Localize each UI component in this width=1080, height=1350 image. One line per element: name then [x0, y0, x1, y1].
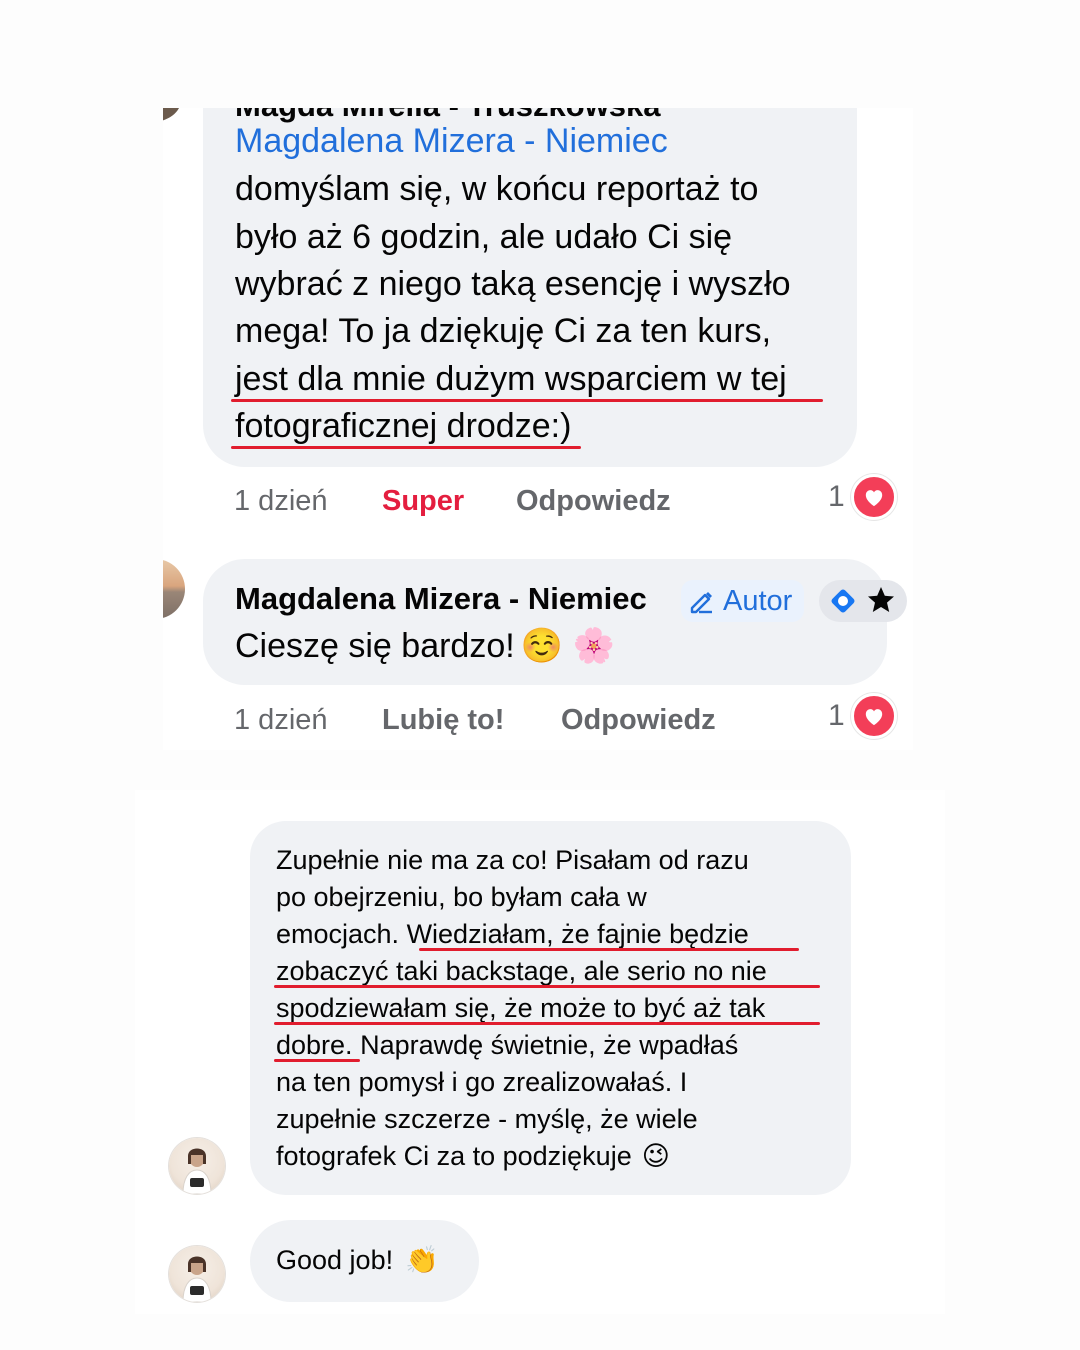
diamond-badge-icon: [827, 585, 859, 622]
message-text-line: Zupełnie nie ma za co! Pisałam od razu: [276, 845, 749, 875]
message-text-line: dobre. Naprawdę świetnie, że wpadłaś: [276, 1030, 738, 1061]
highlight-underline: [274, 1059, 360, 1062]
comment-text-line: wybrać z niego taką esencję i wyszło: [235, 265, 791, 303]
reaction-count[interactable]: 1: [828, 699, 845, 733]
badges-group[interactable]: [819, 580, 907, 622]
reply-text: Cieszę się bardzo! ☺️ 🌸: [235, 626, 615, 666]
reply-button[interactable]: Odpowiedz: [516, 485, 671, 518]
star-badge-icon: [865, 584, 897, 621]
message-text-content: Good job!: [276, 1245, 394, 1275]
highlight-underline: [419, 948, 799, 951]
comment-timestamp[interactable]: 1 dzień: [234, 485, 328, 518]
message-text-highlighted: dobre.: [276, 1030, 353, 1060]
message-text-line: zupełnie szczerze - myślę, że wiele: [276, 1104, 698, 1134]
message-text-line: emocjach. Wiedziałam, że fajnie będzie: [276, 919, 749, 950]
message-text-line-highlighted: spodziewałam się, że może to być aż tak: [276, 993, 766, 1023]
reaction-button[interactable]: Super: [382, 485, 464, 518]
comment-text-line: było aż 6 godzin, ale udało Ci się: [235, 218, 733, 256]
sender-avatar[interactable]: [169, 1246, 225, 1302]
reply-timestamp[interactable]: 1 dzień: [234, 704, 328, 737]
message-text-line: na ten pomysł i go zrealizowałaś. I: [276, 1067, 688, 1097]
highlight-underline: [231, 399, 823, 402]
message-text-segment: fotografek Ci za to podziękuje: [276, 1141, 632, 1171]
pencil-icon: [687, 587, 715, 615]
highlight-underline: [274, 985, 820, 988]
smile-flower-emoji: ☺️ 🌸: [520, 627, 615, 665]
sender-avatar[interactable]: [169, 1138, 225, 1194]
comment-text-line: domyślam się, w końcu reportaż to: [235, 170, 759, 208]
comment-text-line: mega! To ja dziękuję Ci za ten kurs,: [235, 312, 772, 350]
author-avatar[interactable]: [163, 559, 185, 619]
reply-author-name[interactable]: Magdalena Mizera - Niemiec: [235, 581, 647, 617]
author-badge-label: Autor: [723, 584, 793, 617]
message-text: Good job! 👏: [276, 1244, 439, 1276]
comment-text-line-highlighted: jest dla mnie dużym wsparciem w tej: [235, 360, 787, 398]
message-text-segment: emocjach.: [276, 919, 407, 949]
heart-reaction-icon[interactable]: [851, 474, 897, 520]
messages-screenshot: Zupełnie nie ma za co! Pisałam od razu p…: [135, 790, 945, 1314]
clapping-hands-emoji: 👏: [405, 1245, 439, 1275]
reply-text-content: Cieszę się bardzo!: [235, 627, 515, 665]
commenter-avatar[interactable]: [163, 108, 181, 122]
reply-button[interactable]: Odpowiedz: [561, 704, 716, 737]
comments-screenshot: Magda Mirella - Truszkowska Magdalena Mi…: [163, 108, 913, 750]
message-text-highlighted: Wiedziałam, że fajnie będzie: [406, 919, 749, 949]
reply-bubble: [203, 559, 887, 685]
heart-reaction-icon[interactable]: [851, 693, 897, 739]
message-text-segment: Naprawdę świetnie, że wpadłaś: [352, 1030, 739, 1060]
mention-link[interactable]: Magdalena Mizera - Niemiec: [235, 122, 668, 161]
message-text-line-highlighted: zobaczyć taki backstage, ale serio no ni…: [276, 956, 767, 986]
comment-text-line-highlighted: fotograficznej drodze:): [235, 407, 572, 445]
highlight-underline: [231, 446, 581, 449]
wink-emoji: 😉: [641, 1141, 670, 1171]
highlight-underline: [274, 1022, 820, 1025]
author-badge: Autor: [681, 580, 805, 622]
message-text-line: fotografek Ci za to podziękuje 😉: [276, 1141, 670, 1172]
reaction-count[interactable]: 1: [828, 480, 845, 514]
message-text-line: po obejrzeniu, bo byłam cała w: [276, 882, 647, 912]
like-button[interactable]: Lubię to!: [382, 704, 504, 737]
